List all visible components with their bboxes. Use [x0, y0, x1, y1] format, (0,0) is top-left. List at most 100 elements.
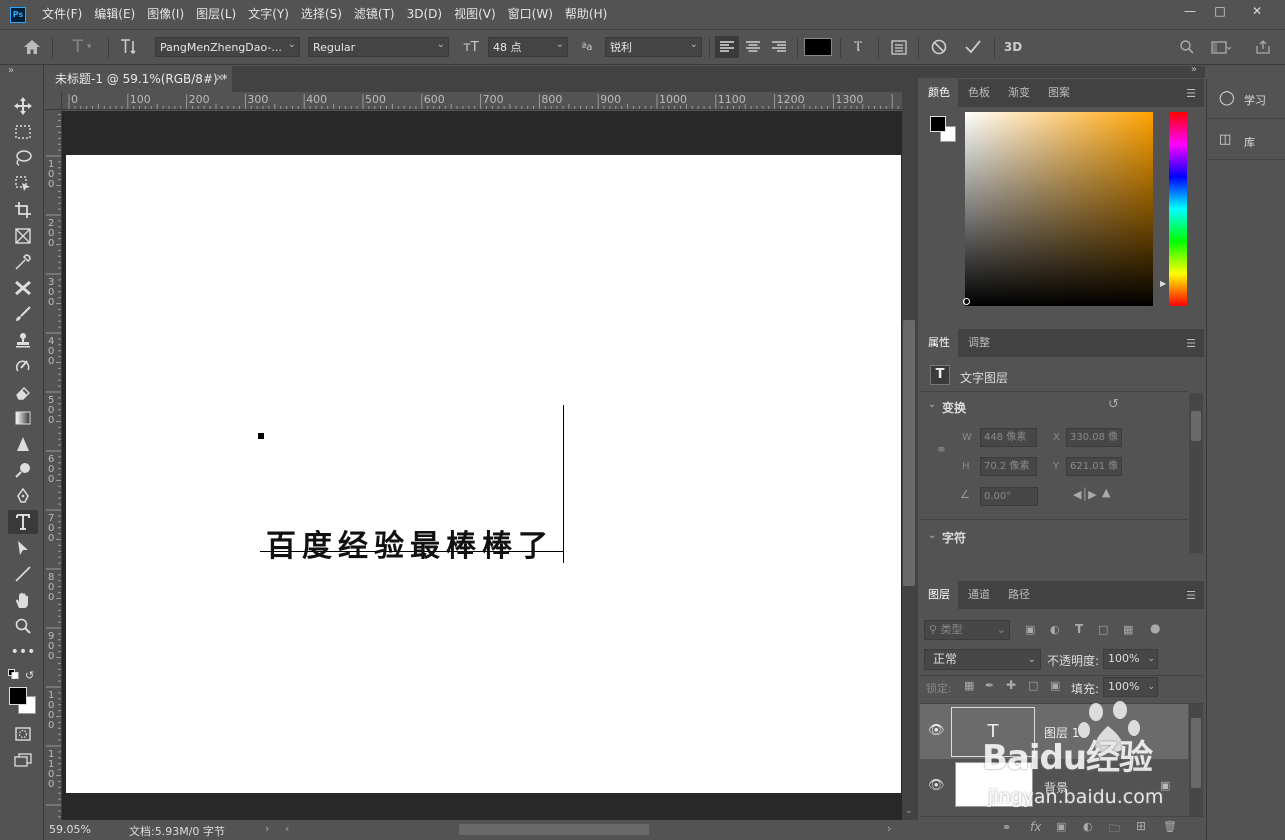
blend-mode-select[interactable]: 正常 ⌄: [924, 649, 1041, 670]
filter-smart-object-icon[interactable]: ▦: [1123, 623, 1133, 636]
color-picker-marker[interactable]: [963, 298, 970, 305]
font-family-select[interactable]: PangMenZhengDao-... ⌄: [155, 37, 300, 57]
canvas-vertical-scrollbar[interactable]: ⌄: [902, 92, 918, 820]
pen-tool-icon[interactable]: [8, 484, 38, 508]
filter-shape-icon[interactable]: □: [1098, 623, 1108, 636]
expand-panels-icon[interactable]: »: [1191, 64, 1197, 75]
warp-text-icon[interactable]: Ⲧ: [846, 36, 870, 58]
history-brush-tool-icon[interactable]: [8, 354, 38, 378]
home-icon[interactable]: [20, 36, 44, 58]
layer-name[interactable]: 背景: [1044, 779, 1068, 796]
menu-filter[interactable]: 滤镜(T): [348, 0, 401, 29]
commit-check-icon[interactable]: [960, 36, 986, 58]
add-mask-icon[interactable]: ▣: [1056, 820, 1066, 833]
flip-vertical-icon[interactable]: ▲: [1102, 486, 1110, 499]
layer-row-background[interactable]: 👁 背景 ▣: [920, 759, 1188, 814]
layers-scroll-thumb[interactable]: [1191, 718, 1201, 788]
flip-horizontal-icon[interactable]: ◀│▶: [1073, 488, 1097, 501]
3d-button[interactable]: 3D: [1000, 36, 1026, 58]
dodge-tool-icon[interactable]: [8, 458, 38, 482]
align-center-button[interactable]: [741, 36, 765, 58]
libraries-panel-button[interactable]: ◫ 库: [1207, 120, 1285, 160]
link-layers-icon[interactable]: ⚭: [1002, 821, 1011, 834]
new-group-icon[interactable]: 🗀: [1109, 820, 1120, 839]
line-tool-icon[interactable]: [8, 562, 38, 586]
lock-transparent-icon[interactable]: ▦: [964, 679, 974, 692]
status-menu-chevron-icon[interactable]: ›: [265, 822, 269, 835]
minimize-button[interactable]: —: [1175, 0, 1205, 22]
move-tool-icon[interactable]: [8, 94, 38, 118]
tab-swatches[interactable]: 色板: [960, 79, 998, 107]
character-panel-icon[interactable]: [886, 36, 912, 58]
vertical-scroll-thumb[interactable]: [903, 320, 915, 586]
layer-style-icon[interactable]: fx: [1030, 820, 1041, 834]
scroll-right-icon[interactable]: ›: [887, 822, 891, 835]
x-field[interactable]: 330.08 像: [1066, 428, 1122, 447]
zoom-tool-icon[interactable]: [8, 614, 38, 638]
text-color-swatch[interactable]: [804, 38, 832, 56]
search-icon[interactable]: [1176, 36, 1198, 58]
fill-field[interactable]: 100% ⌄: [1103, 677, 1158, 697]
transform-section-title[interactable]: 变换: [942, 399, 966, 416]
tab-channels[interactable]: 通道: [960, 581, 998, 609]
tab-patterns[interactable]: 图案: [1040, 79, 1078, 107]
default-colors-icon[interactable]: [8, 669, 20, 679]
properties-menu-icon[interactable]: ☰: [1186, 337, 1196, 350]
angle-field[interactable]: 0.00°: [980, 487, 1038, 506]
tab-paths[interactable]: 路径: [1000, 581, 1038, 609]
workspace-icon[interactable]: [1206, 36, 1236, 58]
scroll-left-icon[interactable]: ‹: [285, 822, 289, 835]
tab-gradients[interactable]: 渐变: [1000, 79, 1038, 107]
layers-scrollbar[interactable]: [1189, 704, 1203, 816]
zoom-level[interactable]: 59.05%: [49, 823, 91, 836]
foreground-color-swatch[interactable]: [9, 687, 27, 705]
tab-properties[interactable]: 属性: [920, 329, 958, 357]
lock-position-icon[interactable]: ✚: [1006, 678, 1016, 692]
learn-panel-button[interactable]: ◯ 学习: [1207, 79, 1285, 119]
document-tab[interactable]: 未标题-1 @ 59.1%(RGB/8#) * ✕: [45, 66, 232, 92]
reset-transform-icon[interactable]: ↺: [1108, 397, 1119, 412]
saturation-value-field[interactable]: [965, 112, 1153, 306]
blur-tool-icon[interactable]: [8, 432, 38, 456]
transform-collapse-icon[interactable]: ⌄: [928, 399, 936, 410]
tab-layers[interactable]: 图层: [920, 581, 958, 609]
delete-layer-icon[interactable]: 🗑: [1163, 820, 1177, 833]
align-right-button[interactable]: [767, 36, 791, 58]
character-collapse-icon[interactable]: ⌄: [928, 530, 936, 541]
frame-tool-icon[interactable]: [8, 224, 38, 248]
filter-type-icon[interactable]: T: [1075, 622, 1083, 636]
link-dimensions-icon[interactable]: ⚭: [936, 443, 947, 458]
font-size-select[interactable]: 48 点 ⌄: [488, 37, 568, 57]
clone-stamp-tool-icon[interactable]: [8, 328, 38, 352]
visibility-eye-icon[interactable]: 👁: [928, 778, 945, 793]
quick-mask-icon[interactable]: [8, 722, 38, 746]
filter-toggle-icon[interactable]: ●: [1150, 621, 1160, 635]
menu-view[interactable]: 视图(V): [448, 0, 502, 29]
close-window-button[interactable]: ✕: [1237, 0, 1277, 22]
close-tab-icon[interactable]: ✕: [216, 66, 224, 92]
more-tools-icon[interactable]: •••: [8, 640, 38, 664]
height-field[interactable]: 70.2 像素: [980, 457, 1037, 476]
y-field[interactable]: 621.01 像: [1066, 457, 1122, 476]
share-icon[interactable]: [1252, 36, 1274, 58]
hue-slider-handle-icon[interactable]: ▶: [1160, 279, 1166, 288]
scroll-down-icon[interactable]: ⌄: [905, 806, 913, 816]
menu-image[interactable]: 图像(I): [141, 0, 190, 29]
text-orientation-icon[interactable]: [116, 36, 142, 58]
new-layer-icon[interactable]: ⊞: [1136, 819, 1146, 833]
eraser-tool-icon[interactable]: [8, 380, 38, 404]
menu-file[interactable]: 文件(F): [36, 0, 88, 29]
screen-mode-icon[interactable]: [8, 748, 38, 772]
horizontal-scroll-thumb[interactable]: [459, 824, 649, 835]
maximize-button[interactable]: □: [1205, 0, 1235, 22]
lock-pixels-icon[interactable]: ✒: [985, 679, 994, 692]
tab-color[interactable]: 颜色: [920, 79, 958, 107]
cancel-icon[interactable]: [926, 36, 952, 58]
properties-scroll-thumb[interactable]: [1191, 411, 1201, 441]
visibility-eye-icon[interactable]: 👁: [928, 723, 945, 738]
swap-colors-icon[interactable]: ↺: [25, 669, 34, 682]
menu-3d[interactable]: 3D(D): [401, 0, 448, 29]
menu-type[interactable]: 文字(Y): [242, 0, 295, 29]
opacity-field[interactable]: 100% ⌄: [1103, 649, 1158, 669]
menu-layer[interactable]: 图层(L): [190, 0, 242, 29]
